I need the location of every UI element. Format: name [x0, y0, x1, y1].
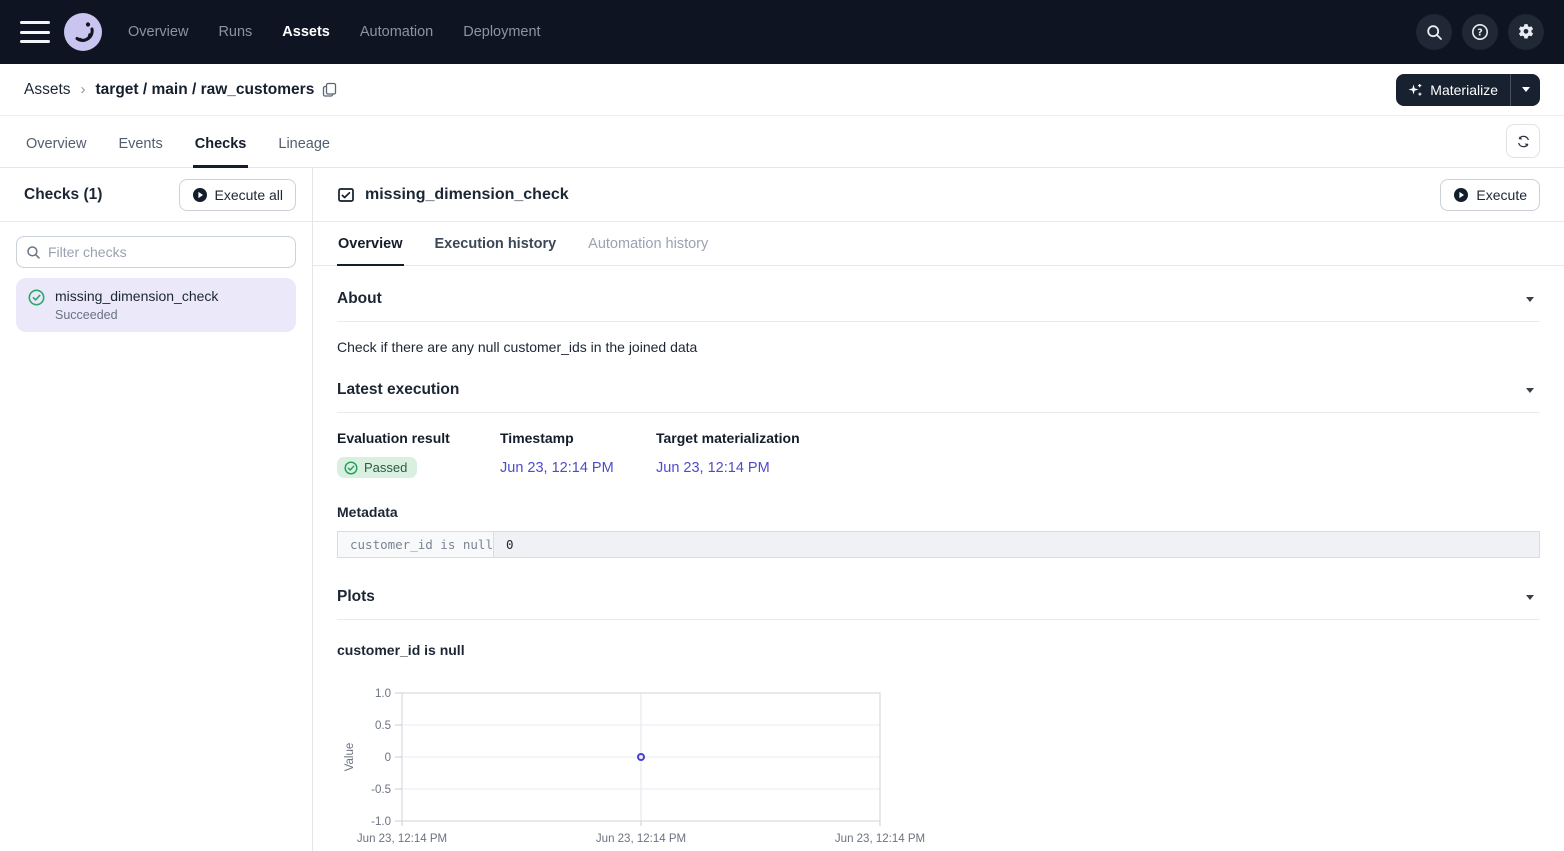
- materialize-dropdown-button[interactable]: [1510, 74, 1540, 106]
- checks-sidebar-header: Checks (1) Execute all: [0, 168, 312, 222]
- refresh-button[interactable]: [1506, 124, 1540, 158]
- search-button[interactable]: [1416, 14, 1452, 50]
- column-evaluation-result: Evaluation result: [337, 430, 500, 446]
- about-heading: About: [337, 290, 382, 308]
- app-root: Overview Runs Assets Automation Deployme…: [0, 0, 1564, 851]
- check-list-item[interactable]: missing_dimension_check Succeeded: [16, 278, 296, 332]
- help-button[interactable]: ?: [1462, 14, 1498, 50]
- timestamp-link[interactable]: Jun 23, 12:14 PM: [500, 460, 614, 476]
- nav-deployment[interactable]: Deployment: [463, 24, 540, 40]
- check-circle-icon: [344, 461, 358, 475]
- svg-text:0: 0: [385, 752, 391, 764]
- content-area: Checks (1) Execute all missing_dimension: [0, 168, 1564, 851]
- dagster-logo-icon[interactable]: [64, 13, 102, 51]
- check-status: Succeeded: [55, 308, 218, 322]
- nav-automation[interactable]: Automation: [360, 24, 433, 40]
- breadcrumb-asset-path: target / main / raw_customers: [96, 81, 315, 99]
- chevron-down-icon: [1522, 87, 1530, 92]
- collapse-caret-icon[interactable]: [1526, 595, 1534, 600]
- svg-text:-0.5: -0.5: [371, 784, 391, 796]
- check-name: missing_dimension_check: [55, 288, 218, 304]
- target-materialization-link[interactable]: Jun 23, 12:14 PM: [656, 460, 770, 476]
- tab-lineage[interactable]: Lineage: [276, 122, 332, 168]
- metadata-heading: Metadata: [337, 504, 1540, 520]
- scatter-plot: 1.0 0.5 0 -0.5 -1.0 Jun 23, 12:14 PM Jun 23, 1…: [337, 680, 962, 851]
- settings-icon: [1517, 23, 1535, 41]
- svg-text:Jun 23, 12:14 PM: Jun 23, 12:14 PM: [357, 833, 447, 845]
- check-detail-header: missing_dimension_check Execute: [313, 168, 1564, 222]
- check-plot: 1.0 0.5 0 -0.5 -1.0 Jun 23, 12:14 PM Jun 23, 1…: [337, 680, 1540, 851]
- breadcrumb-assets-link[interactable]: Assets: [24, 81, 71, 99]
- search-icon: [26, 245, 41, 260]
- about-section-header[interactable]: About: [337, 266, 1540, 322]
- checks-sidebar: Checks (1) Execute all missing_dimension: [0, 168, 313, 851]
- primary-nav: Overview Runs Assets Automation Deployme…: [128, 24, 541, 40]
- metadata-value: 0: [494, 532, 1539, 557]
- column-timestamp: Timestamp: [500, 430, 656, 446]
- check-detail-pane: missing_dimension_check Execute Overview…: [313, 168, 1564, 851]
- nav-overview[interactable]: Overview: [128, 24, 188, 40]
- tab-overview[interactable]: Overview: [24, 122, 88, 168]
- help-icon: ?: [1471, 23, 1489, 41]
- filter-checks-field: [16, 236, 296, 268]
- svg-text:?: ?: [1477, 27, 1483, 38]
- nav-runs[interactable]: Runs: [218, 24, 252, 40]
- tab-events[interactable]: Events: [116, 122, 164, 168]
- tab-execution-history[interactable]: Execution history: [434, 222, 558, 266]
- tab-checks[interactable]: Checks: [193, 122, 249, 168]
- tab-check-overview[interactable]: Overview: [337, 222, 404, 266]
- breadcrumb-row: Assets › target / main / raw_customers M…: [0, 64, 1564, 116]
- svg-text:-1.0: -1.0: [371, 816, 391, 828]
- checks-list: missing_dimension_check Succeeded: [0, 222, 312, 346]
- menu-button[interactable]: [20, 21, 50, 43]
- collapse-caret-icon[interactable]: [1526, 388, 1534, 393]
- execute-label: Execute: [1476, 187, 1527, 203]
- svg-text:Jun 23, 12:14 PM: Jun 23, 12:14 PM: [835, 833, 925, 845]
- metadata-key: customer_id is null: [338, 532, 494, 557]
- top-navbar: Overview Runs Assets Automation Deployme…: [0, 0, 1564, 64]
- materialize-button[interactable]: Materialize: [1396, 74, 1510, 106]
- svg-text:0.5: 0.5: [375, 720, 391, 732]
- execute-all-label: Execute all: [215, 187, 283, 203]
- asset-check-icon: [337, 186, 355, 204]
- asset-tabs: Overview Events Checks Lineage: [0, 116, 1564, 168]
- collapse-caret-icon[interactable]: [1526, 297, 1534, 302]
- filter-checks-input[interactable]: [16, 236, 296, 268]
- materialize-split-button: Materialize: [1396, 74, 1540, 106]
- check-success-icon: [28, 289, 45, 311]
- svg-text:Jun 23, 12:14 PM: Jun 23, 12:14 PM: [596, 833, 686, 845]
- svg-text:1.0: 1.0: [375, 688, 391, 700]
- play-icon: [192, 187, 208, 203]
- sparkle-icon: [1407, 82, 1423, 98]
- navbar-actions: ?: [1416, 14, 1544, 50]
- latest-execution-section-header[interactable]: Latest execution: [337, 381, 1540, 413]
- refresh-icon: [1516, 134, 1531, 149]
- hamburger-icon: [20, 21, 50, 24]
- column-target-materialization: Target materialization: [656, 430, 1540, 446]
- check-detail-tabs: Overview Execution history Automation hi…: [313, 222, 1564, 266]
- play-icon: [1453, 187, 1469, 203]
- check-description: Check if there are any null customer_ids…: [337, 339, 1540, 355]
- nav-assets[interactable]: Assets: [282, 24, 330, 40]
- passed-badge: Passed: [337, 457, 417, 478]
- materialize-label: Materialize: [1430, 82, 1498, 98]
- metadata-table: customer_id is null 0: [337, 531, 1540, 558]
- checks-count-heading: Checks (1): [24, 186, 102, 204]
- latest-execution-grid: Evaluation result Timestamp Target mater…: [337, 430, 1540, 478]
- check-title: missing_dimension_check: [365, 186, 569, 204]
- latest-execution-heading: Latest execution: [337, 381, 459, 399]
- settings-button[interactable]: [1508, 14, 1544, 50]
- evaluation-result-value: Passed: [364, 460, 407, 475]
- plots-heading: Plots: [337, 588, 375, 606]
- copy-icon[interactable]: [322, 82, 337, 98]
- search-icon: [1426, 24, 1443, 41]
- tab-automation-history[interactable]: Automation history: [587, 222, 709, 266]
- plots-section-header[interactable]: Plots: [337, 588, 1540, 620]
- plot-title: customer_id is null: [337, 642, 1540, 658]
- execute-button[interactable]: Execute: [1440, 179, 1540, 211]
- check-detail-body: About Check if there are any null custom…: [313, 266, 1564, 851]
- execute-all-button[interactable]: Execute all: [179, 179, 296, 211]
- breadcrumb-separator: ›: [81, 81, 86, 98]
- svg-text:Value: Value: [344, 743, 356, 772]
